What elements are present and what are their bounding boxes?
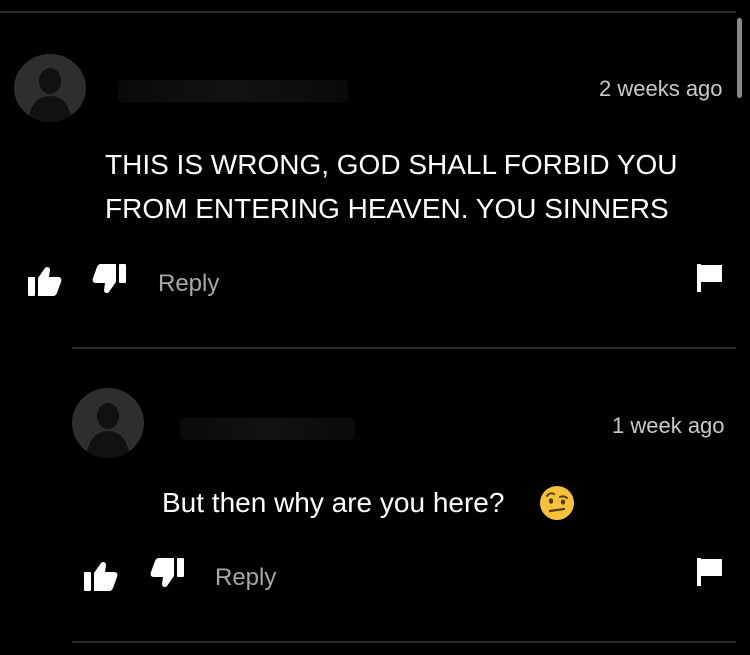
comment-divider xyxy=(72,347,736,349)
person-silhouette-icon xyxy=(28,68,72,122)
comment-timestamp: 2 weeks ago xyxy=(599,76,723,101)
avatar[interactable] xyxy=(72,388,144,458)
like-icon[interactable] xyxy=(84,561,118,591)
comment-timestamp: 1 week ago xyxy=(612,413,725,438)
reply-button[interactable]: Reply xyxy=(158,270,219,298)
avatar[interactable] xyxy=(14,54,86,122)
comment-text: But then why are you here? xyxy=(162,487,505,518)
top-divider xyxy=(0,11,736,13)
bottom-divider xyxy=(72,641,736,643)
username-redacted[interactable] xyxy=(180,418,355,440)
comment-text: THIS IS WRONG, GOD SHALL FORBID YOU FROM… xyxy=(105,143,678,231)
reply-button[interactable]: Reply xyxy=(215,564,276,592)
dislike-icon[interactable] xyxy=(92,264,126,294)
flag-icon[interactable] xyxy=(697,264,723,292)
dislike-icon[interactable] xyxy=(150,558,184,588)
comment-text-line: THIS IS WRONG, GOD SHALL FORBID YOU xyxy=(105,149,678,180)
raised-eyebrow-face-icon xyxy=(539,485,575,526)
flag-icon[interactable] xyxy=(697,558,723,586)
scrollbar[interactable] xyxy=(737,18,742,98)
person-silhouette-icon xyxy=(86,403,130,458)
username-redacted[interactable] xyxy=(118,80,348,102)
like-icon[interactable] xyxy=(28,266,62,296)
comment-text-line: FROM ENTERING HEAVEN. YOU SINNERS xyxy=(105,193,669,224)
